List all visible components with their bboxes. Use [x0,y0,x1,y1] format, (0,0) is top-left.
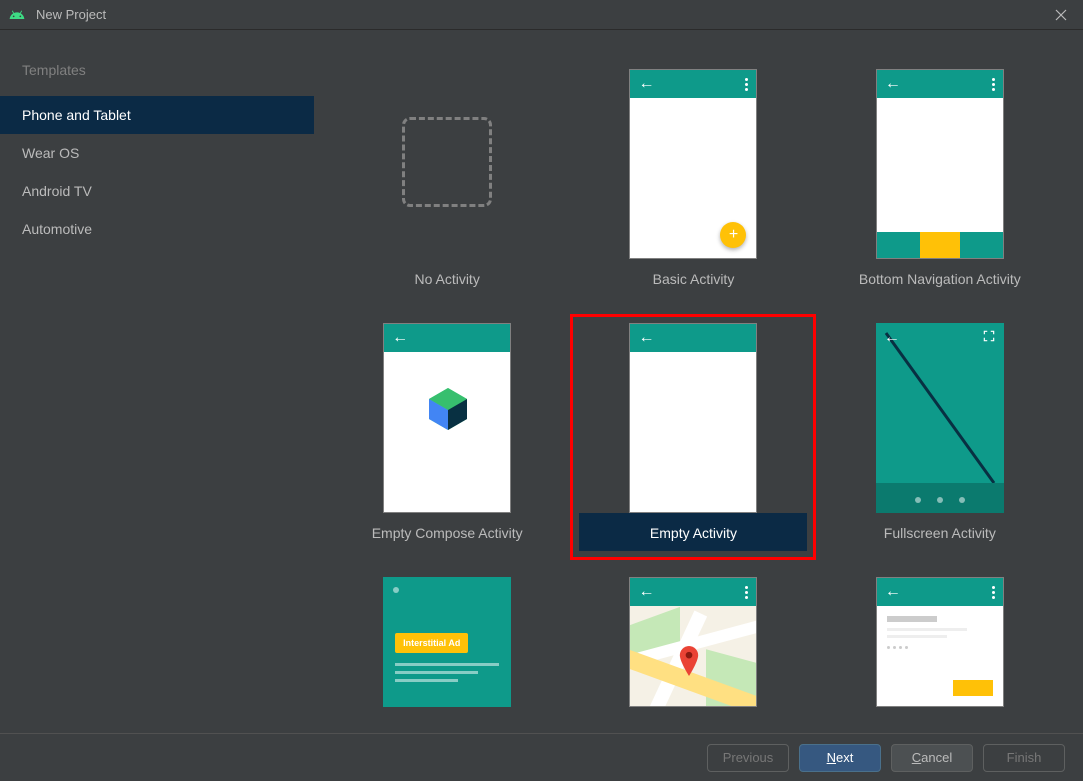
back-arrow-icon: ← [884,329,900,347]
template-preview: ← [876,69,1004,259]
back-arrow-icon: ← [638,583,654,601]
template-preview: ← [876,323,1004,513]
template-preview: ← [876,577,1004,707]
template-preview: ← [383,323,511,513]
template-label: No Activity [414,271,479,287]
sidebar-item-android-tv[interactable]: Android TV [0,172,314,210]
template-gallery[interactable]: No Activity ← + Basic Activity ← [314,30,1083,733]
more-icon [992,586,995,599]
template-preview: ← + [629,69,757,259]
fullscreen-icon [982,329,996,346]
fab-icon: + [720,222,746,248]
template-preview: Interstitial Ad [383,577,511,707]
footer: Previous Next Cancel Finish [0,733,1083,781]
template-empty-compose-activity[interactable]: ← Empty Compose Activity [324,314,570,560]
template-preview: ← [629,323,757,513]
sidebar-header: Templates [0,50,314,96]
template-google-maps-activity[interactable]: ← Google Maps Ac [570,568,816,716]
template-interstitial-ad[interactable]: Interstitial Ad Interstitial Ad [324,568,570,716]
template-preview: ← [629,577,757,707]
more-icon [745,586,748,599]
sidebar-item-wear-os[interactable]: Wear OS [0,134,314,172]
back-arrow-icon: ← [638,75,654,93]
back-arrow-icon: ← [392,329,408,347]
more-icon [745,78,748,91]
sidebar: Templates Phone and Tablet Wear OS Andro… [0,30,314,733]
ad-button-label: Interstitial Ad [395,633,468,653]
titlebar: New Project [0,0,1083,30]
more-icon [992,78,995,91]
cancel-button[interactable]: Cancel [891,744,973,772]
back-arrow-icon: ← [638,329,654,347]
next-button[interactable]: Next [799,744,881,772]
back-arrow-icon: ← [885,583,901,601]
template-label: Fullscreen Activity [884,525,996,541]
template-label: Empty Activity [650,525,737,541]
template-fullscreen-activity[interactable]: ← Fullscreen Activity [817,314,1063,560]
template-no-activity[interactable]: No Activity [324,60,570,306]
map-pin-icon [678,646,700,676]
pager-dots-icon [876,497,1004,503]
template-label: Bottom Navigation Activity [859,271,1021,287]
sidebar-item-automotive[interactable]: Automotive [0,210,314,248]
close-button[interactable] [1047,1,1075,29]
finish-button: Finish [983,744,1065,772]
template-preview [383,69,511,259]
sidebar-item-label: Android TV [22,183,92,199]
template-basic-activity[interactable]: ← + Basic Activity [570,60,816,306]
back-arrow-icon: ← [885,75,901,93]
template-label: Basic Activity [653,271,735,287]
template-bottom-nav-activity[interactable]: ← Bottom Navigation Activity [817,60,1063,306]
template-empty-activity[interactable]: ← Empty Activity [570,314,816,560]
sidebar-item-label: Automotive [22,221,92,237]
previous-button: Previous [707,744,789,772]
template-master-detail[interactable]: ← Master/Detail Flow [817,568,1063,716]
android-studio-icon [8,6,26,24]
window-title: New Project [36,7,1047,22]
sidebar-item-label: Wear OS [22,145,79,161]
sidebar-item-phone-tablet[interactable]: Phone and Tablet [0,96,314,134]
main-area: Templates Phone and Tablet Wear OS Andro… [0,30,1083,733]
jetpack-compose-icon [423,384,473,434]
template-label: Empty Compose Activity [372,525,523,541]
sidebar-item-label: Phone and Tablet [22,107,131,123]
